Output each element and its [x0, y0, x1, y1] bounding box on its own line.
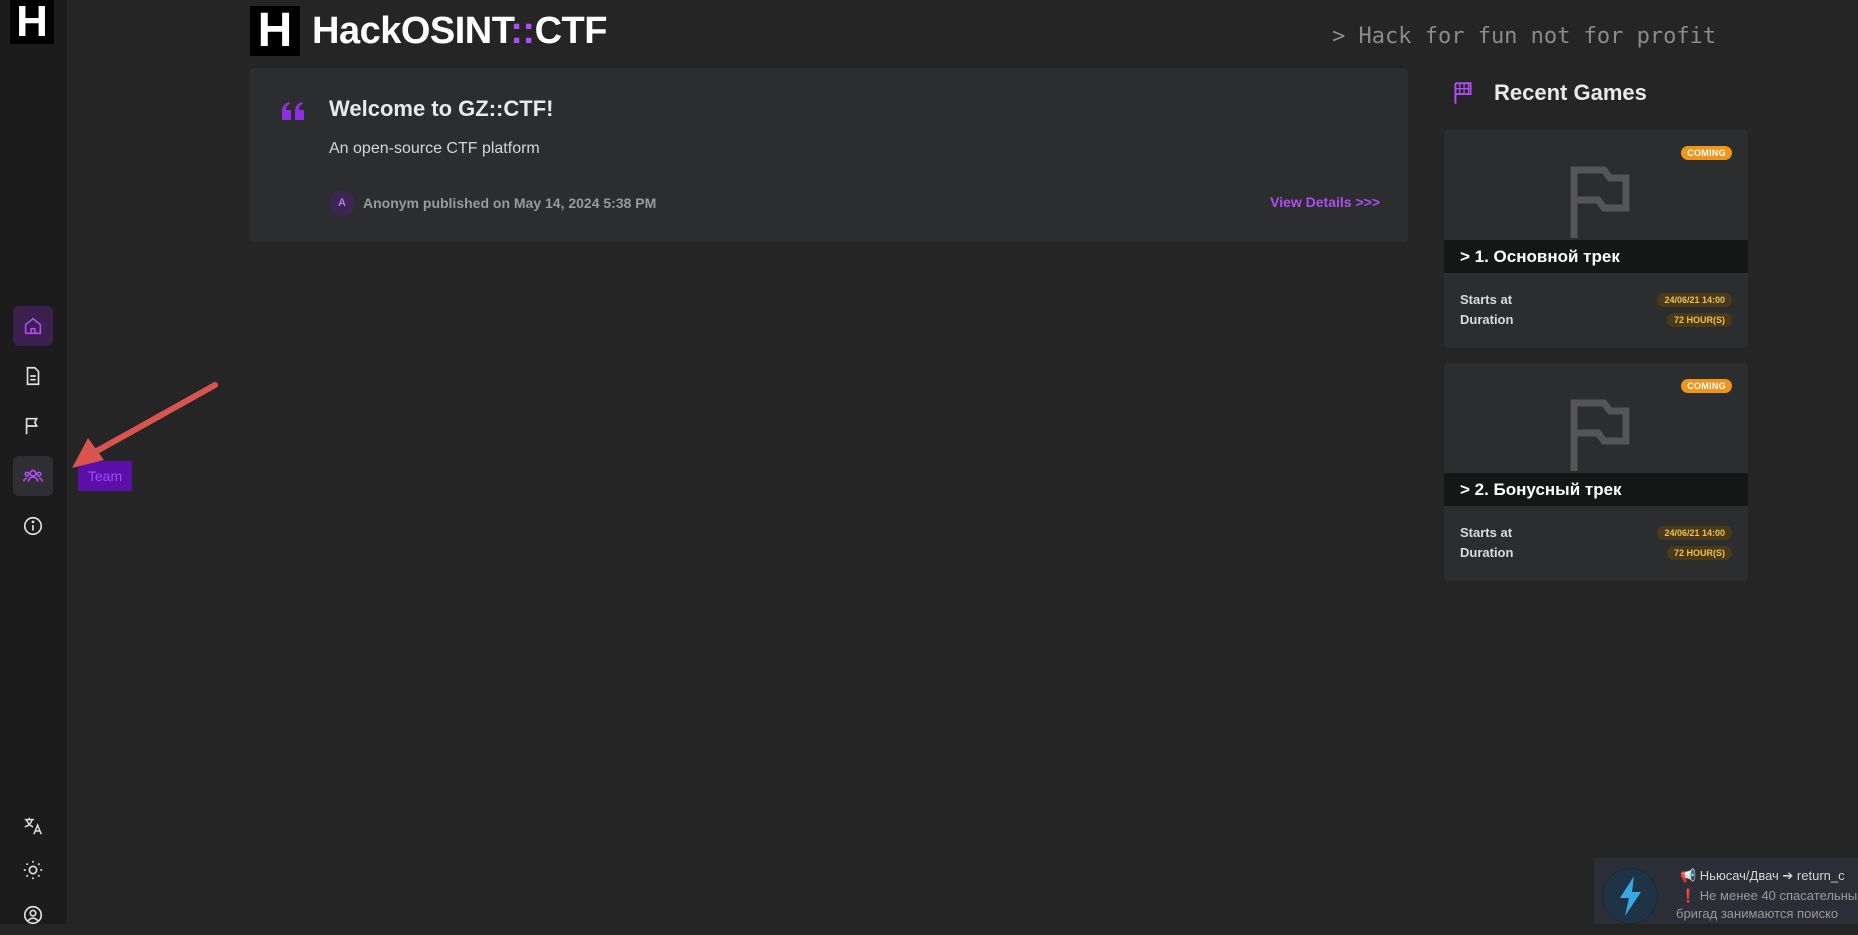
brand-logo[interactable]: H: [250, 6, 300, 56]
status-badge: COMING: [1681, 146, 1732, 160]
brand-main: HackOSINT: [312, 10, 511, 52]
checkered-flag-icon: [1454, 82, 1472, 104]
lightning-icon: [1603, 869, 1657, 923]
nav-games[interactable]: [13, 406, 53, 446]
nav-about[interactable]: [13, 506, 53, 546]
team-icon: [23, 469, 43, 482]
home-icon: [24, 317, 42, 335]
sidebar: H: [0, 0, 67, 925]
quote-icon: [282, 102, 304, 120]
post-title: Welcome to GZ::CTF!: [329, 96, 554, 121]
flag-icon: [25, 417, 39, 435]
brand-separator: ::: [510, 10, 535, 52]
status-badge: COMING: [1681, 379, 1732, 393]
flag-placeholder-icon: [1570, 166, 1630, 238]
avatar: A: [329, 190, 355, 216]
nav-posts[interactable]: [13, 356, 53, 396]
game-title: > 1. Основной трек: [1444, 240, 1748, 273]
brand-title[interactable]: HackOSINT::CTF: [312, 10, 607, 53]
duration-value: 72 HOUR(S): [1666, 546, 1732, 560]
post-card: Welcome to GZ::CTF! An open-source CTF p…: [250, 68, 1408, 242]
sidebar-logo[interactable]: H: [10, 0, 54, 44]
post-meta: A Anonym published on May 14, 2024 5:38 …: [329, 190, 656, 216]
duration-value: 72 HOUR(S): [1666, 313, 1732, 327]
info-icon: [23, 516, 43, 536]
nav-tooltip: Team: [78, 461, 132, 491]
duration-label: Duration: [1460, 312, 1514, 327]
theme-toggle[interactable]: [13, 850, 53, 890]
channel-avatar: [1602, 868, 1658, 924]
user-icon: [23, 905, 43, 925]
post-author-date: Anonym published on May 14, 2024 5:38 PM: [363, 195, 657, 211]
nav-home[interactable]: [13, 306, 53, 346]
post-subtitle: An open-source CTF platform: [329, 140, 540, 157]
user-button[interactable]: [13, 895, 53, 935]
starts-value: 24/06/21 14:00: [1657, 526, 1732, 540]
ticker-line: ❗ Не менее 40 спасательны: [1680, 888, 1858, 903]
theme-icon: [23, 860, 43, 880]
brand-tail: CTF: [534, 10, 608, 52]
translate-icon: [24, 817, 42, 835]
starts-label: Starts at: [1460, 525, 1513, 540]
ticker-headline: 📢 Ньюсач/Двач ➔ return_c: [1680, 868, 1845, 883]
slogan: > Hack for fun not for profit: [1332, 24, 1717, 49]
starts-value: 24/06/21 14:00: [1657, 293, 1732, 307]
game-card[interactable]: COMING > 2. Бонусный трек Starts at 24/0…: [1444, 363, 1748, 581]
game-card[interactable]: COMING > 1. Основной трек Starts at 24/0…: [1444, 130, 1748, 348]
news-ticker[interactable]: 📢 Ньюсач/Двач ➔ return_c ❗ Не менее 40 с…: [1594, 858, 1858, 924]
recent-games-title: Recent Games: [1494, 80, 1647, 105]
game-title: > 2. Бонусный трек: [1444, 473, 1748, 506]
duration-label: Duration: [1460, 545, 1514, 560]
language-button[interactable]: [13, 806, 53, 846]
ticker-line: бригад занимаются поиско: [1676, 906, 1839, 921]
view-details-link[interactable]: View Details >>>: [1270, 194, 1380, 210]
flag-placeholder-icon: [1570, 399, 1630, 471]
posts-icon: [26, 366, 40, 386]
nav-teams[interactable]: [13, 456, 53, 496]
starts-label: Starts at: [1460, 292, 1513, 307]
recent-games-header: Recent Games: [1450, 80, 1647, 106]
